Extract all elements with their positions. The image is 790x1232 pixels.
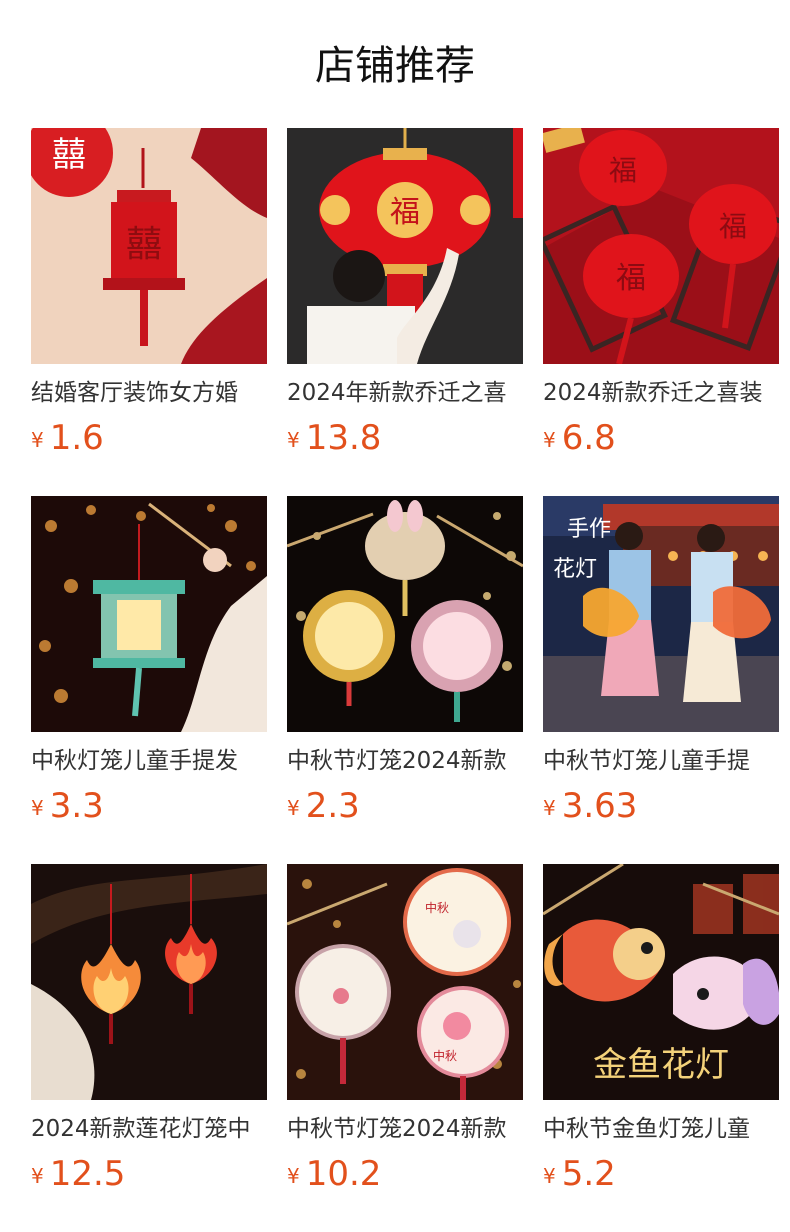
product-price: ¥5.2 — [543, 1152, 616, 1196]
product-grid: 囍 囍 结婚客厅装饰女方婚 ¥1.6 福 2024年新款乔迁之喜 ¥ 13.8 … — [31, 128, 779, 1232]
price-amount: 12.5 — [49, 1154, 126, 1194]
product-image-red-double-happiness-lantern[interactable]: 囍 囍 — [31, 128, 267, 364]
page-title: 店铺推荐 — [315, 43, 475, 89]
svg-text:福: 福 — [390, 195, 420, 230]
product-name[interactable]: 中秋节灯笼儿童手提 — [543, 744, 779, 778]
svg-text:福: 福 — [719, 210, 747, 243]
product-card[interactable]: 手作 花灯 中秋节灯笼儿童手提 ¥3.63 — [543, 496, 779, 864]
currency-symbol: ¥ — [543, 796, 556, 820]
product-card[interactable]: 囍 囍 结婚客厅装饰女方婚 ¥1.6 — [31, 128, 267, 496]
product-price: ¥12.5 — [31, 1152, 125, 1196]
currency-symbol: ¥ — [31, 1164, 44, 1188]
product-image-rabbit-glowing-lanterns[interactable] — [287, 496, 523, 732]
product-name[interactable]: 2024新款莲花灯笼中 — [31, 1112, 267, 1146]
product-price: ¥6.8 — [543, 416, 616, 460]
svg-text:囍: 囍 — [126, 224, 162, 265]
product-name[interactable]: 中秋节灯笼2024新款 — [287, 1112, 523, 1146]
price-amount: 3.3 — [49, 786, 104, 826]
price-amount: 5.2 — [561, 1154, 616, 1194]
currency-symbol: ¥ — [31, 796, 44, 820]
price-amount: 10.2 — [305, 1154, 382, 1194]
product-image-big-red-fu-lantern[interactable]: 福 — [287, 128, 523, 364]
image-text-hand-made-2: 花灯 — [553, 557, 597, 582]
image-text-goldfish: 金鱼花灯 — [593, 1045, 729, 1085]
currency-symbol: ¥ — [543, 1164, 556, 1188]
product-card[interactable]: 福 2024年新款乔迁之喜 ¥13.8 — [287, 128, 523, 496]
product-image-butterfly-lanterns-girls[interactable]: 手作 花灯 — [543, 496, 779, 732]
image-text-mid-autumn-2: 中秋 — [433, 1048, 457, 1063]
price-amount: 2.3 — [305, 786, 360, 826]
product-card[interactable]: 中秋 中秋 中秋节灯笼2024新款 ¥10.2 — [287, 864, 523, 1232]
product-name[interactable]: 结婚客厅装饰女方婚 — [31, 376, 267, 410]
price-amount: 1.6 — [49, 418, 104, 458]
product-image-goldfish-lanterns[interactable]: 金鱼花灯 — [543, 864, 779, 1100]
currency-symbol: ¥ — [287, 1164, 300, 1188]
product-price: ¥2.3 — [287, 784, 360, 828]
product-image-red-fu-lanterns-set[interactable]: 福 福 福 — [543, 128, 779, 364]
product-name[interactable]: 中秋灯笼儿童手提发 — [31, 744, 267, 778]
image-text-mid-autumn-1: 中秋 — [425, 900, 449, 915]
product-name[interactable]: 中秋节金鱼灯笼儿童 — [543, 1112, 779, 1146]
svg-text:福: 福 — [616, 261, 646, 296]
product-price: ¥1.6 — [31, 416, 104, 460]
svg-text:福: 福 — [609, 154, 637, 187]
currency-symbol: ¥ — [31, 428, 44, 452]
product-name[interactable]: 中秋节灯笼2024新款 — [287, 744, 523, 778]
product-price: ¥3.3 — [31, 784, 104, 828]
price-amount: 13.8 — [305, 418, 382, 458]
product-image-green-palace-lantern[interactable] — [31, 496, 267, 732]
image-text-hand-made-1: 手作 — [567, 517, 611, 542]
product-card[interactable]: 中秋节灯笼2024新款 ¥2.3 — [287, 496, 523, 864]
product-card[interactable]: 中秋灯笼儿童手提发 ¥3.3 — [31, 496, 267, 864]
currency-symbol: ¥ — [543, 428, 556, 452]
price-amount: 3.63 — [561, 786, 638, 826]
product-image-round-painted-lanterns[interactable]: 中秋 中秋 — [287, 864, 523, 1100]
currency-symbol: ¥ — [287, 796, 300, 820]
product-card[interactable]: 2024新款莲花灯笼中 ¥12.5 — [31, 864, 267, 1232]
product-price: ¥13.8 — [287, 416, 381, 460]
price-amount: 6.8 — [561, 418, 616, 458]
product-card[interactable]: 金鱼花灯 中秋节金鱼灯笼儿童 ¥5.2 — [543, 864, 779, 1232]
product-image-lotus-lanterns[interactable] — [31, 864, 267, 1100]
product-name[interactable]: 2024年新款乔迁之喜 — [287, 376, 523, 410]
product-price: ¥3.63 — [543, 784, 637, 828]
product-name[interactable]: 2024新款乔迁之喜装 — [543, 376, 779, 410]
currency-symbol: ¥ — [287, 428, 300, 452]
product-price: ¥10.2 — [287, 1152, 381, 1196]
product-card[interactable]: 福 福 福 2024新款乔迁之喜装 ¥6.8 — [543, 128, 779, 496]
svg-text:囍: 囍 — [52, 135, 86, 175]
